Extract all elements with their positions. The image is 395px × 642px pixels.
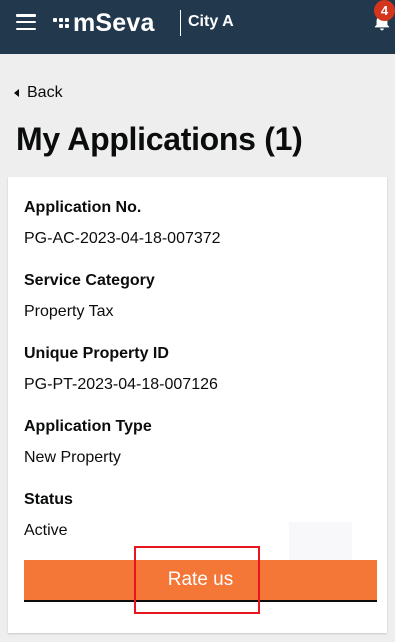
field-label: Status (24, 491, 73, 508)
top-bar: mSeva City A 4 (0, 0, 395, 54)
field-value: PG-PT-2023-04-18-007126 (24, 376, 218, 393)
field-value: PG-AC-2023-04-18-007372 (24, 230, 221, 247)
field-label: Service Category (24, 272, 155, 289)
rate-us-button[interactable]: Rate us (24, 560, 377, 602)
mseva-logo-icon (53, 18, 69, 28)
application-card: Application No. PG-AC-2023-04-18-007372 … (8, 177, 387, 633)
service-category-field: Service Category Property Tax (24, 271, 155, 322)
field-value: Property Tax (24, 303, 114, 320)
field-label: Application No. (24, 199, 142, 216)
mseva-logo: mSeva (53, 9, 155, 37)
city-name[interactable]: City A (188, 13, 234, 31)
back-arrow-icon (14, 89, 19, 97)
back-label: Back (27, 84, 63, 101)
status-value: Active (24, 522, 68, 539)
hamburger-menu-icon[interactable] (16, 14, 36, 30)
field-label: Application Type (24, 418, 152, 435)
unique-property-id-field: Unique Property ID PG-PT-2023-04-18-0071… (24, 344, 218, 395)
status-field: Status Active (24, 490, 73, 541)
application-type-field: Application Type New Property (24, 417, 152, 468)
back-link[interactable]: Back (14, 84, 63, 102)
header-divider (180, 10, 181, 36)
background-box (289, 522, 352, 562)
page-title: My Applications (1) (16, 121, 303, 157)
field-label: Unique Property ID (24, 345, 169, 362)
field-value: New Property (24, 449, 121, 466)
notification-count-badge: 4 (374, 0, 395, 21)
application-number-field: Application No. PG-AC-2023-04-18-007372 (24, 198, 221, 249)
app-name: mSeva (73, 8, 155, 37)
